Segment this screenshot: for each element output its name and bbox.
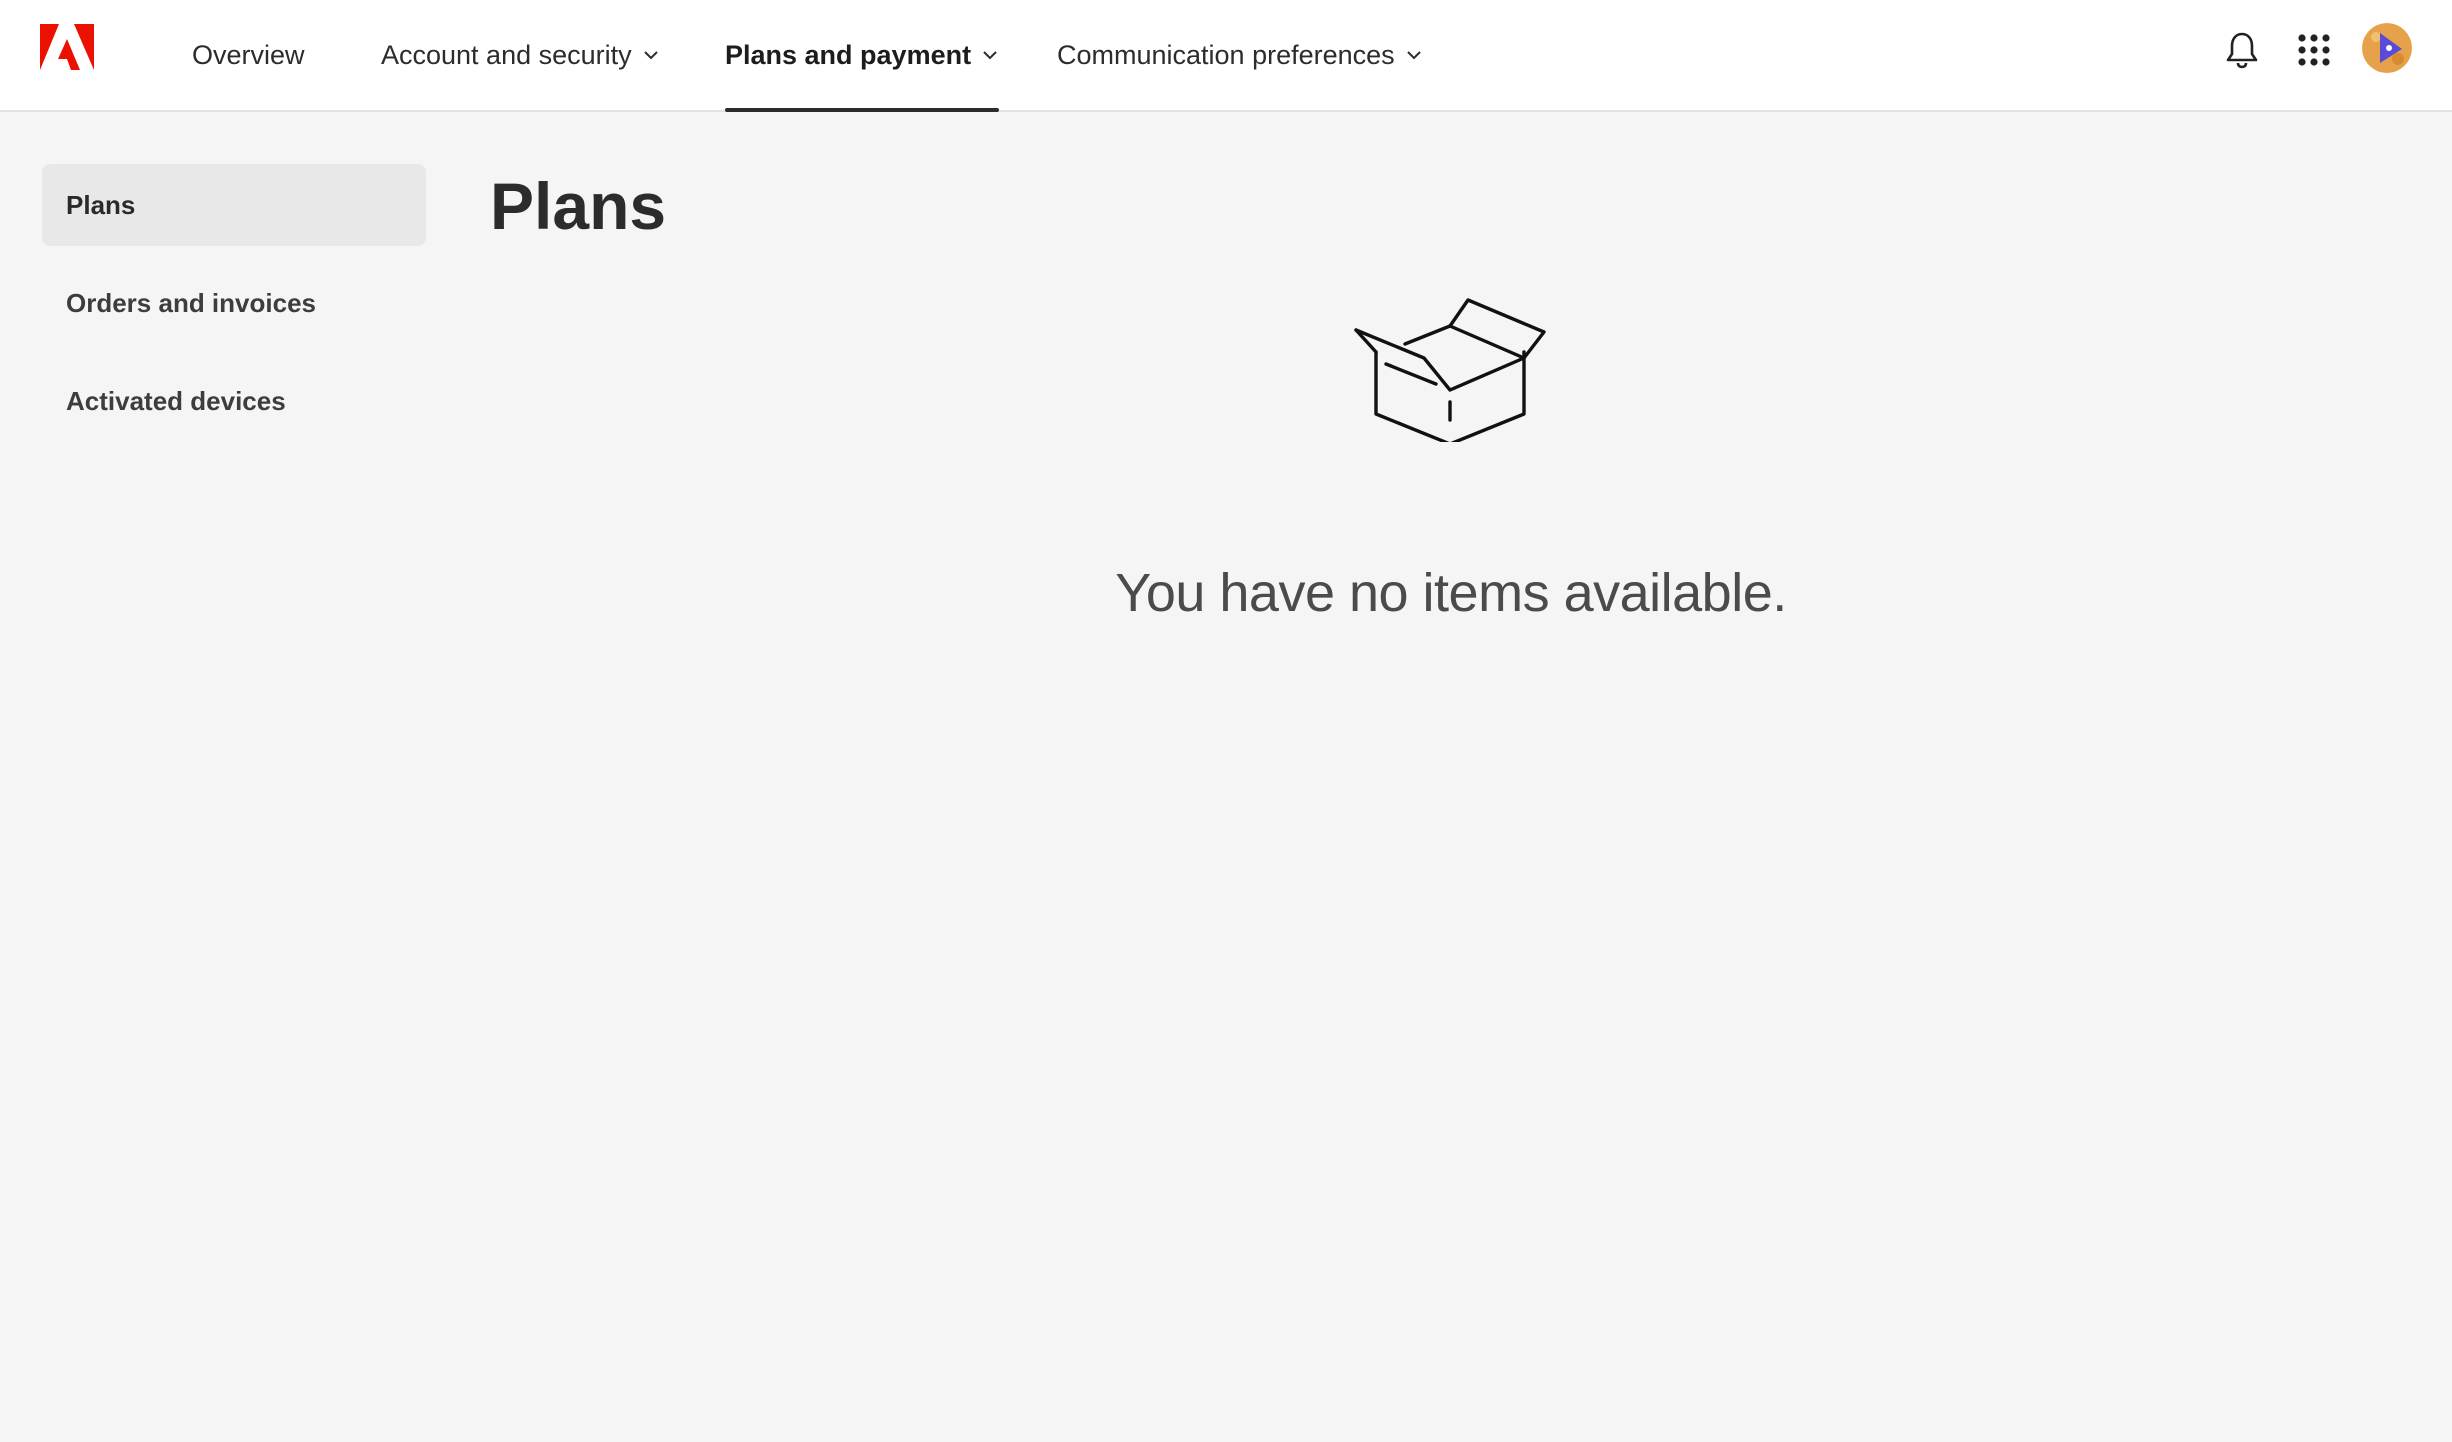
adobe-logo-icon[interactable] — [40, 24, 94, 72]
nav-plans-and-payment[interactable]: Plans and payment — [725, 0, 1000, 112]
apps-grid-icon[interactable] — [2292, 28, 2336, 72]
nav-account-label: Account and security — [381, 39, 632, 70]
nav-overview-label: Overview — [192, 39, 305, 70]
empty-state-message: You have no items available. — [1115, 563, 1787, 623]
sidebar-item-label: Activated devices — [66, 385, 286, 416]
nav-comm-label: Communication preferences — [1057, 39, 1395, 70]
sidebar: Plans Orders and invoices Activated devi… — [42, 164, 426, 458]
nav-account-and-security[interactable]: Account and security — [381, 0, 660, 110]
sidebar-item-label: Plans — [66, 189, 136, 220]
page-title: Plans — [490, 169, 667, 243]
chevron-down-icon — [643, 51, 658, 60]
nav-overview[interactable]: Overview — [192, 0, 305, 110]
nav-plans-label: Plans and payment — [725, 39, 972, 70]
sidebar-item-activated-devices[interactable]: Activated devices — [42, 360, 426, 442]
nav-communication-preferences[interactable]: Communication preferences — [1057, 0, 1423, 110]
sidebar-item-label: Orders and invoices — [66, 287, 316, 318]
chevron-down-icon — [1406, 51, 1421, 60]
open-box-icon — [1350, 292, 1550, 446]
bell-icon[interactable] — [2220, 28, 2264, 72]
chevron-down-icon — [983, 51, 997, 60]
avatar[interactable] — [2362, 23, 2412, 73]
top-navigation-bar: Overview Account and security Plans and … — [0, 0, 2452, 112]
sidebar-item-orders-and-invoices[interactable]: Orders and invoices — [42, 262, 426, 344]
sidebar-item-plans[interactable]: Plans — [42, 164, 426, 246]
